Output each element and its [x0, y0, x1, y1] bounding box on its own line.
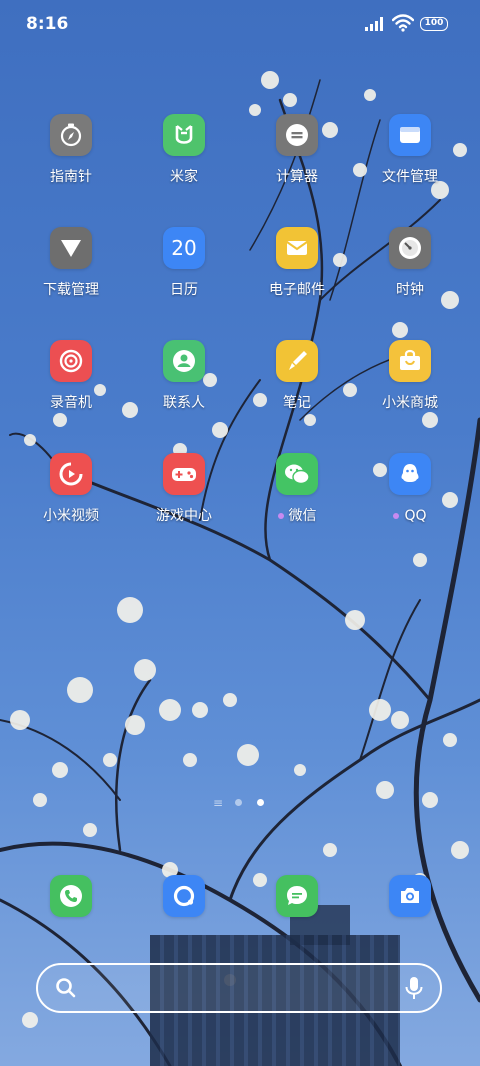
app-clock[interactable]: 时钟 — [355, 227, 465, 298]
app-label: 微信 — [242, 508, 352, 524]
app-label: 小米商城 — [382, 395, 438, 411]
app-email[interactable]: 电子邮件 — [242, 227, 352, 298]
app-file-manager[interactable]: 文件管理 — [355, 114, 465, 185]
mijia-icon — [163, 114, 205, 156]
app-label: 录音机 — [50, 395, 92, 411]
app-label-text: 微信 — [288, 508, 317, 524]
microphone-icon[interactable] — [404, 975, 424, 1001]
dock-camera[interactable] — [355, 875, 465, 917]
clock-icon — [389, 227, 431, 269]
new-badge-dot — [277, 513, 284, 519]
qq-icon — [389, 453, 431, 495]
app-label: 游戏中心 — [156, 508, 212, 524]
messages-icon — [276, 875, 318, 917]
file-manager-icon — [389, 114, 431, 156]
calendar-date: 20 — [171, 236, 197, 260]
mi-store-icon — [389, 340, 431, 382]
phone-icon — [50, 875, 92, 917]
search-icon[interactable] — [54, 976, 78, 1000]
app-calculator[interactable]: 计算器 — [242, 114, 352, 185]
mi-video-icon — [50, 453, 92, 495]
dock-browser[interactable] — [129, 875, 239, 917]
signal-icon — [365, 17, 383, 31]
app-mi-video[interactable]: 小米视频 — [16, 453, 126, 524]
download-icon — [50, 227, 92, 269]
app-label: 时钟 — [396, 282, 424, 298]
app-label-text: QQ — [404, 508, 427, 524]
calculator-icon — [276, 114, 318, 156]
app-label: 小米视频 — [43, 508, 99, 524]
new-badge-dot — [393, 513, 400, 519]
compass-icon — [50, 114, 92, 156]
app-label: 米家 — [170, 169, 198, 185]
app-label: 联系人 — [163, 395, 205, 411]
calendar-icon: 20 — [163, 227, 205, 269]
search-bar[interactable] — [36, 963, 442, 1013]
wifi-icon — [392, 14, 414, 32]
camera-icon — [389, 875, 431, 917]
app-mijia[interactable]: 米家 — [129, 114, 239, 185]
app-notes[interactable]: 笔记 — [242, 340, 352, 411]
list-page-icon: ≡ — [213, 796, 224, 810]
app-download-manager[interactable]: 下载管理 — [16, 227, 126, 298]
email-icon — [276, 227, 318, 269]
browser-icon — [163, 875, 205, 917]
status-bar: 8:16 100 — [0, 0, 480, 50]
page-dot — [235, 799, 242, 806]
app-label: 笔记 — [283, 395, 311, 411]
app-label: 下载管理 — [43, 282, 99, 298]
app-label: 文件管理 — [382, 169, 438, 185]
app-wechat[interactable]: 微信 — [242, 453, 352, 524]
wechat-icon — [276, 453, 318, 495]
app-qq[interactable]: QQ — [355, 453, 465, 524]
app-mi-store[interactable]: 小米商城 — [355, 340, 465, 411]
dock-phone[interactable] — [16, 875, 126, 917]
app-game-center[interactable]: 游戏中心 — [129, 453, 239, 524]
status-time: 8:16 — [26, 14, 69, 34]
battery-icon: 100 — [420, 17, 448, 31]
app-label: 日历 — [170, 282, 198, 298]
app-label: 指南针 — [50, 169, 92, 185]
notes-icon — [276, 340, 318, 382]
app-label: 电子邮件 — [269, 282, 325, 298]
recorder-icon — [50, 340, 92, 382]
app-calendar[interactable]: 20 日历 — [129, 227, 239, 298]
dock-messages[interactable] — [242, 875, 352, 917]
app-compass[interactable]: 指南针 — [16, 114, 126, 185]
contacts-icon — [163, 340, 205, 382]
app-label: QQ — [355, 508, 465, 524]
app-label: 计算器 — [276, 169, 318, 185]
game-center-icon — [163, 453, 205, 495]
app-recorder[interactable]: 录音机 — [16, 340, 126, 411]
page-indicator[interactable]: ≡ — [213, 796, 273, 810]
app-contacts[interactable]: 联系人 — [129, 340, 239, 411]
page-dot-active — [257, 799, 264, 806]
